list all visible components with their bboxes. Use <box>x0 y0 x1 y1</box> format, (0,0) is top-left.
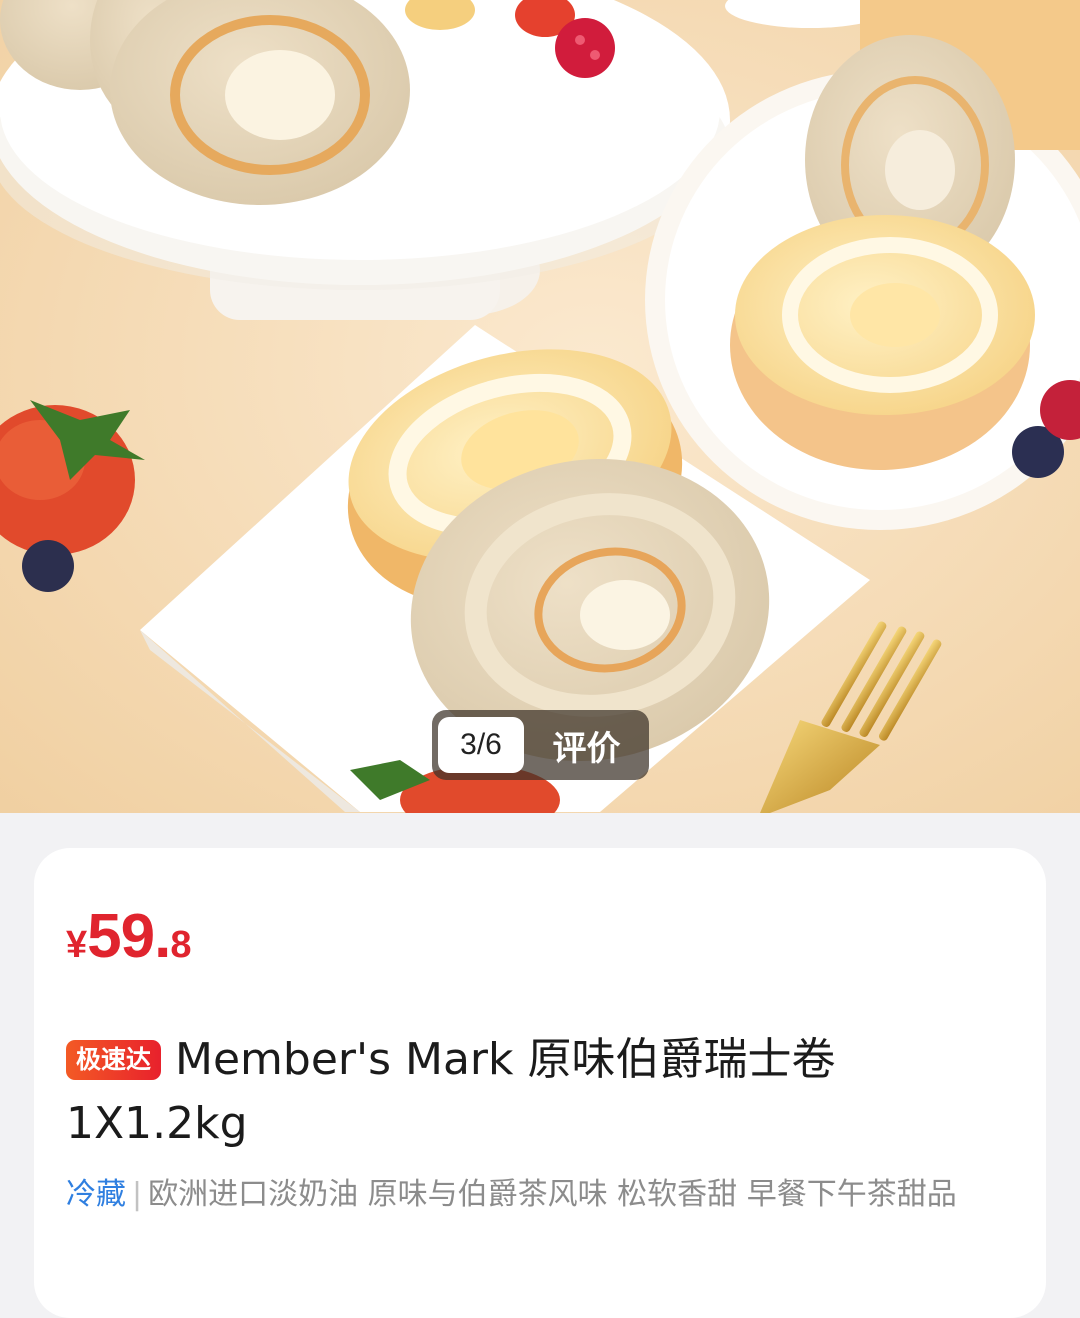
product-subtitle: 冷藏 | 欧洲进口淡奶油 原味与伯爵茶风味 松软香甜 早餐下午茶甜品 <box>66 1172 1006 1217</box>
product-title-block: 极速达 Member's Mark 原味伯爵瑞士卷 1X1.2kg <box>66 1028 996 1156</box>
gallery-pager: 3/6 评价 <box>432 710 649 780</box>
subtitle-separator: | <box>132 1177 143 1212</box>
price-currency: ¥ <box>66 924 88 966</box>
product-photo <box>0 0 1080 813</box>
product-image-gallery[interactable]: 3/6 评价 <box>0 0 1080 813</box>
product-title: Member's Mark 原味伯爵瑞士卷 1X1.2kg <box>66 1034 836 1149</box>
product-price: ¥59.8 <box>66 906 191 968</box>
storage-tag: 冷藏 <box>66 1177 126 1212</box>
express-delivery-badge: 极速达 <box>66 1040 162 1080</box>
product-description: 欧洲进口淡奶油 原味与伯爵茶风味 松软香甜 早餐下午茶甜品 <box>148 1177 957 1212</box>
price-integer: 59. <box>87 902 171 971</box>
review-tab-button[interactable]: 评价 <box>524 721 649 770</box>
price-decimal: 8 <box>170 924 192 966</box>
image-counter: 3/6 <box>438 717 524 773</box>
product-info-card: ¥59.8 极速达 Member's Mark 原味伯爵瑞士卷 1X1.2kg 冷… <box>34 848 1046 1318</box>
